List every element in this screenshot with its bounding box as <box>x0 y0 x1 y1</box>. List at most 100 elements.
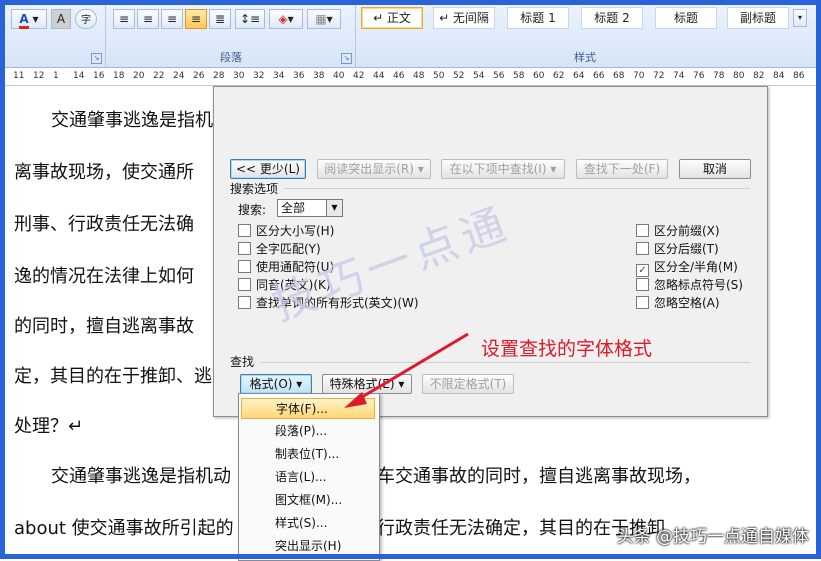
ruler-tick-label: 20 <box>133 71 145 81</box>
checkbox[interactable] <box>636 242 649 255</box>
option-full-half-width[interactable]: ✓ 区分全/半角(M) <box>636 258 738 277</box>
find-section-label: 查找 <box>230 355 255 369</box>
style-normal[interactable]: ↵ 正文 <box>361 7 423 29</box>
menu-item-tabs[interactable]: 制表位(T)... <box>241 444 375 465</box>
ruler-tick-label: 36 <box>293 71 305 81</box>
divider <box>260 362 750 363</box>
reading-highlight-button[interactable]: 阅读突出显示(R) ▾ <box>317 159 431 179</box>
option-whole-word[interactable]: 全字匹配(Y) <box>238 240 321 256</box>
ruler-tick-label: 11 <box>13 71 25 81</box>
find-next-button[interactable]: 查找下一处(F) <box>576 159 668 179</box>
menu-item-frame[interactable]: 图文框(M)... <box>241 490 375 511</box>
ruler-tick-label: 26 <box>193 71 205 81</box>
document-line: 定，其目的在于推卸、逃 <box>14 366 212 387</box>
checkbox[interactable] <box>238 278 251 291</box>
justify-button[interactable]: ≡ <box>185 9 207 29</box>
search-options-label: 搜索选项 <box>230 182 279 196</box>
ruler-tick-label: 40 <box>333 71 345 81</box>
checkbox[interactable] <box>238 260 251 273</box>
checkbox[interactable] <box>636 224 649 237</box>
ruler-tick-label: 42 <box>353 71 365 81</box>
style-subtitle[interactable]: 副标题 <box>727 7 789 29</box>
ruler-tick-label: 54 <box>473 71 485 81</box>
ruler-tick-label: 48 <box>413 71 425 81</box>
align-left-icon: ≡ <box>118 12 130 26</box>
special-format-button[interactable]: 特殊格式(E) ▾ <box>322 374 412 394</box>
source-credit: 头条 @技巧一点通自媒体 <box>616 527 809 547</box>
chevron-down-icon: ▼ <box>326 200 342 216</box>
paragraph-group: ≡ ≡ ≡ ≡ ≣ ↕≡ ◈▾ ▦▾ 段落 ↘ <box>107 5 356 67</box>
format-button[interactable]: 格式(O) ▾ <box>240 374 312 394</box>
ruler-tick-label: 76 <box>693 71 705 81</box>
ruler-tick-label: 24 <box>173 71 185 81</box>
ruler-tick-label: 1 <box>53 71 59 81</box>
ruler-tick-label: 38 <box>313 71 325 81</box>
align-left-button[interactable]: ≡ <box>113 9 135 29</box>
find-in-button[interactable]: 在以下项中查找(I) ▾ <box>441 159 565 179</box>
ruler-tick-label: 12 <box>33 71 45 81</box>
borders-button[interactable]: ▦▾ <box>307 9 341 29</box>
styles-group-label: 样式 <box>574 51 596 64</box>
font-group: A ▾ A 字 ↘ <box>5 5 106 67</box>
option-ignore-space[interactable]: 忽略空格(A) <box>636 294 720 310</box>
option-ignore-punctuation[interactable]: 忽略标点符号(S) <box>636 276 743 292</box>
ruler-tick-label: 50 <box>433 71 445 81</box>
style-heading-2[interactable]: 标题 2 <box>581 7 643 29</box>
align-center-button[interactable]: ≡ <box>137 9 159 29</box>
font-dialog-launcher-icon[interactable]: ↘ <box>91 53 102 64</box>
menu-item-style[interactable]: 样式(S)... <box>241 513 375 534</box>
menu-item-language[interactable]: 语言(L)... <box>241 467 375 488</box>
style-no-spacing[interactable]: ↵ 无间隔 <box>433 7 495 29</box>
style-heading-1[interactable]: 标题 1 <box>507 7 569 29</box>
less-button[interactable]: << 更少(L) <box>230 159 306 179</box>
ruler-tick-label: 56 <box>493 71 505 81</box>
no-formatting-button[interactable]: 不限定格式(T) <box>422 374 514 394</box>
ruler-tick-label: 16 <box>93 71 105 81</box>
paragraph-dialog-launcher-icon[interactable]: ↘ <box>341 53 352 64</box>
menu-item-highlight[interactable]: 突出显示(H) <box>241 536 375 557</box>
ruler-tick-label: 32 <box>253 71 265 81</box>
cancel-button[interactable]: 取消 <box>679 159 751 179</box>
ruler-tick-label: 18 <box>113 71 125 81</box>
document-line: 交通肇事逃逸是指机动 <box>51 466 231 487</box>
ruler-tick-label: 28 <box>213 71 225 81</box>
document-line: 处理？↵ <box>14 416 84 437</box>
distributed-button[interactable]: ≣ <box>209 9 231 29</box>
checkbox[interactable] <box>636 296 649 309</box>
search-direction-label: 搜索: <box>238 203 267 217</box>
checkbox[interactable] <box>238 296 251 309</box>
border-grid-icon: ▦ <box>315 12 327 26</box>
font-color-button[interactable]: A ▾ <box>11 9 47 29</box>
ruler-tick-label: 72 <box>653 71 665 81</box>
ruler-tick-label: 62 <box>553 71 565 81</box>
ruler-tick-label: 66 <box>593 71 605 81</box>
checkbox[interactable] <box>238 224 251 237</box>
horizontal-ruler[interactable]: 11 12 1 14 16 18 20 22 24 26 28 30 32 34 36 38 40 42 44 46 4… <box>5 69 816 86</box>
ruler-tick-label: 84 <box>773 71 785 81</box>
checkbox[interactable] <box>636 278 649 291</box>
checkbox[interactable] <box>238 242 251 255</box>
option-match-case[interactable]: 区分大小写(H) <box>238 222 334 238</box>
align-right-button[interactable]: ≡ <box>161 9 183 29</box>
distributed-icon: ≣ <box>214 12 226 26</box>
paragraph-group-label: 段落 <box>220 51 242 64</box>
menu-item-paragraph[interactable]: 段落(P)... <box>241 421 375 442</box>
option-match-suffix[interactable]: 区分后缀(T) <box>636 240 719 256</box>
option-match-prefix[interactable]: 区分前缀(X) <box>636 222 720 238</box>
style-title[interactable]: 标题 <box>655 7 717 29</box>
ruler-tick-label: 30 <box>233 71 245 81</box>
ruler-tick-label: 86 <box>793 71 805 81</box>
divider <box>284 188 750 189</box>
ruler-tick-label: 78 <box>713 71 725 81</box>
styles-scroll-icon[interactable]: ▾ <box>793 9 807 27</box>
line-spacing-button[interactable]: ↕≡ <box>235 9 265 29</box>
shading-button[interactable]: ◈▾ <box>269 9 303 29</box>
menu-item-font[interactable]: 字体(F)... <box>241 398 375 419</box>
document-line: about 使交通事故所引起的 <box>14 518 234 539</box>
search-direction-select[interactable]: 全部 ▼ <box>277 199 343 217</box>
enclosed-char-button[interactable]: 字 <box>75 9 97 29</box>
ruler-tick-label: 46 <box>393 71 405 81</box>
document-line: 离事故现场，使交通所 <box>14 162 194 183</box>
char-shading-button[interactable]: A <box>51 9 71 29</box>
annotation-text: 设置查找的字体格式 <box>481 338 653 360</box>
